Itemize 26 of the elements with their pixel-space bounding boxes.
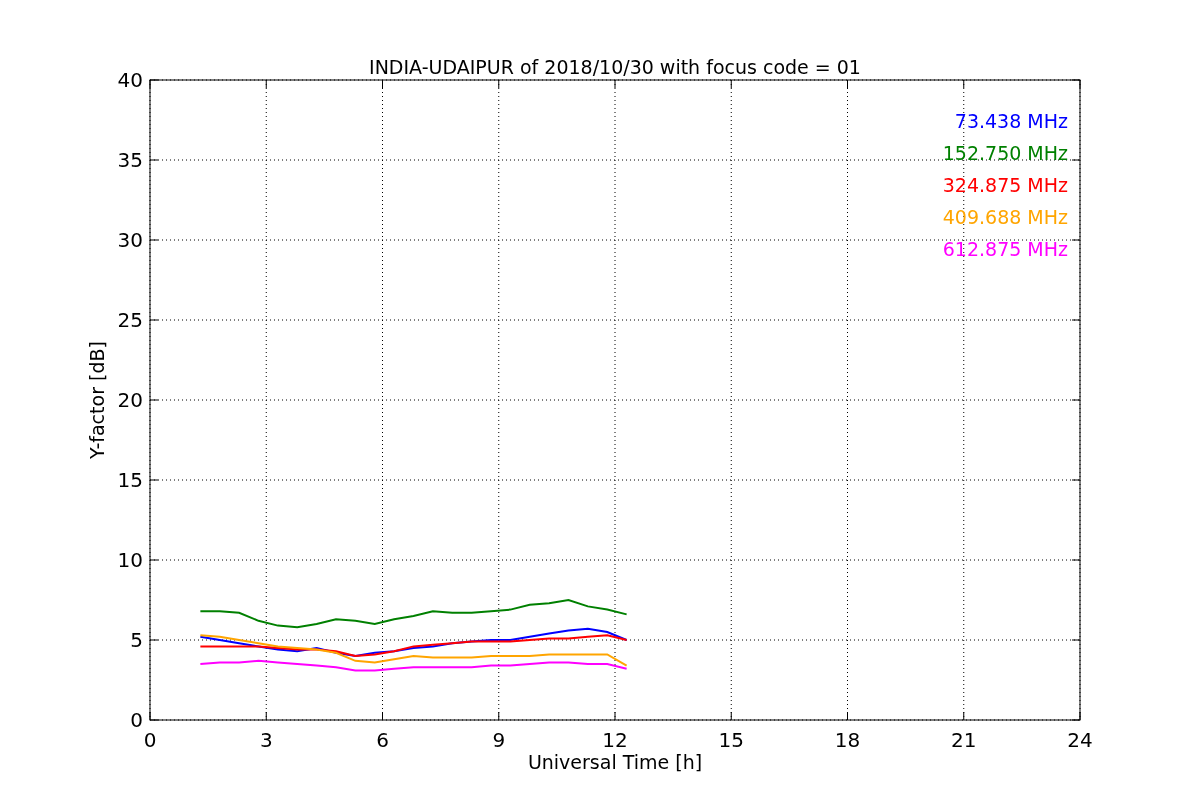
tick-label: 5 [130, 628, 143, 652]
tick-label: 15 [117, 468, 143, 492]
legend-label: 324.875 MHz [942, 174, 1068, 196]
tick-label: 0 [143, 728, 157, 752]
axis-title: Universal Time [h] [527, 751, 703, 773]
tick-label: 20 [117, 388, 143, 412]
axis-title: Y-factor [dB] [86, 341, 108, 459]
tick-label: 24 [1067, 728, 1093, 752]
tick-label: 9 [492, 728, 506, 752]
chart-title: INDIA-UDAIPUR of 2018/10/30 with focus code = 01 [369, 56, 861, 78]
tick-label: 10 [117, 548, 143, 572]
tick-label: 6 [376, 728, 389, 752]
tick-label: 15 [718, 728, 744, 752]
tick-label: 3 [259, 728, 273, 752]
legend-label: 612.875 MHz [942, 238, 1068, 260]
legend-label: 409.688 MHz [942, 206, 1068, 228]
tick-label: 40 [117, 68, 143, 92]
tick-label: 30 [117, 228, 143, 252]
tick-label: 18 [834, 728, 861, 752]
legend-label: 152.750 MHz [942, 142, 1068, 164]
tick-label: 25 [117, 308, 143, 332]
tick-label: 21 [951, 728, 977, 752]
tick-label: 35 [117, 148, 143, 172]
tick-label: 12 [602, 728, 628, 752]
legend-label: 73.438 MHz [954, 110, 1068, 132]
tick-label: 0 [130, 708, 143, 732]
